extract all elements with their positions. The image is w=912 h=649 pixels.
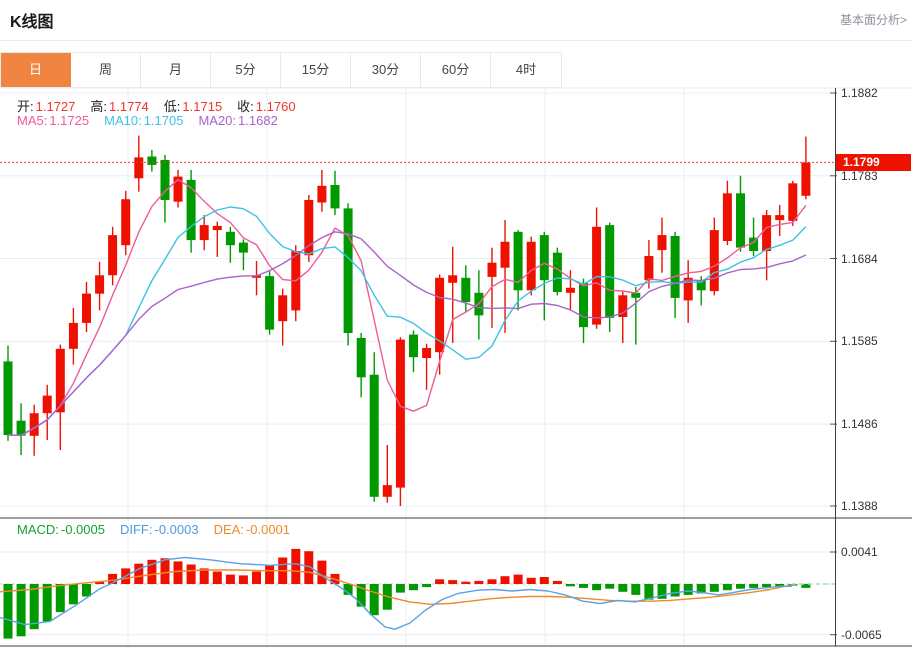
macd-axis-label: 0.0041: [841, 545, 878, 559]
ma-legend: MA5: 1.1725 MA10: 1.1705 MA20: 1.1682: [17, 113, 293, 128]
ma5-value: 1.1725: [49, 113, 90, 128]
dea-value: -0.0001: [245, 522, 291, 537]
current-price-tag: 1.1799: [836, 154, 911, 171]
macd-value: -0.0005: [60, 522, 105, 537]
ma20-label: MA20:: [198, 113, 237, 128]
diff-value: -0.0003: [154, 522, 199, 537]
macd-legend: MACD: -0.0005 DIFF: -0.0003 DEA: -0.0001: [17, 522, 305, 537]
price-axis-label: 1.1388: [841, 499, 878, 513]
low-value: 1.1715: [182, 99, 223, 114]
close-value: 1.1760: [255, 99, 296, 114]
ma10-value: 1.1705: [143, 113, 184, 128]
diff-label: DIFF:: [119, 522, 153, 537]
price-axis-label: 1.1486: [841, 417, 878, 431]
low-label: 低:: [163, 99, 181, 114]
ma10-label: MA10:: [104, 113, 142, 128]
open-value: 1.1727: [35, 99, 76, 114]
price-axis-label: 1.1684: [841, 252, 878, 266]
high-label: 高:: [90, 99, 108, 114]
open-label: 开:: [17, 99, 34, 114]
high-value: 1.1774: [109, 99, 149, 114]
macd-axis-label: -0.0065: [841, 628, 882, 642]
price-axis-label: 1.1585: [841, 334, 878, 348]
dea-label: DEA:: [213, 522, 244, 537]
price-axis-label: 1.1783: [841, 169, 878, 183]
ma5-label: MA5:: [17, 113, 48, 128]
kline-widget: K线图 基本面分析> 日周月 5分 15分 30分 60分 4时 开: 1.1727 高: 1.…: [0, 0, 912, 649]
ma20-value: 1.1682: [238, 113, 278, 128]
macd-label: MACD:: [17, 522, 59, 537]
close-label: 收:: [237, 99, 254, 114]
price-axis-label: 1.1882: [841, 86, 878, 100]
